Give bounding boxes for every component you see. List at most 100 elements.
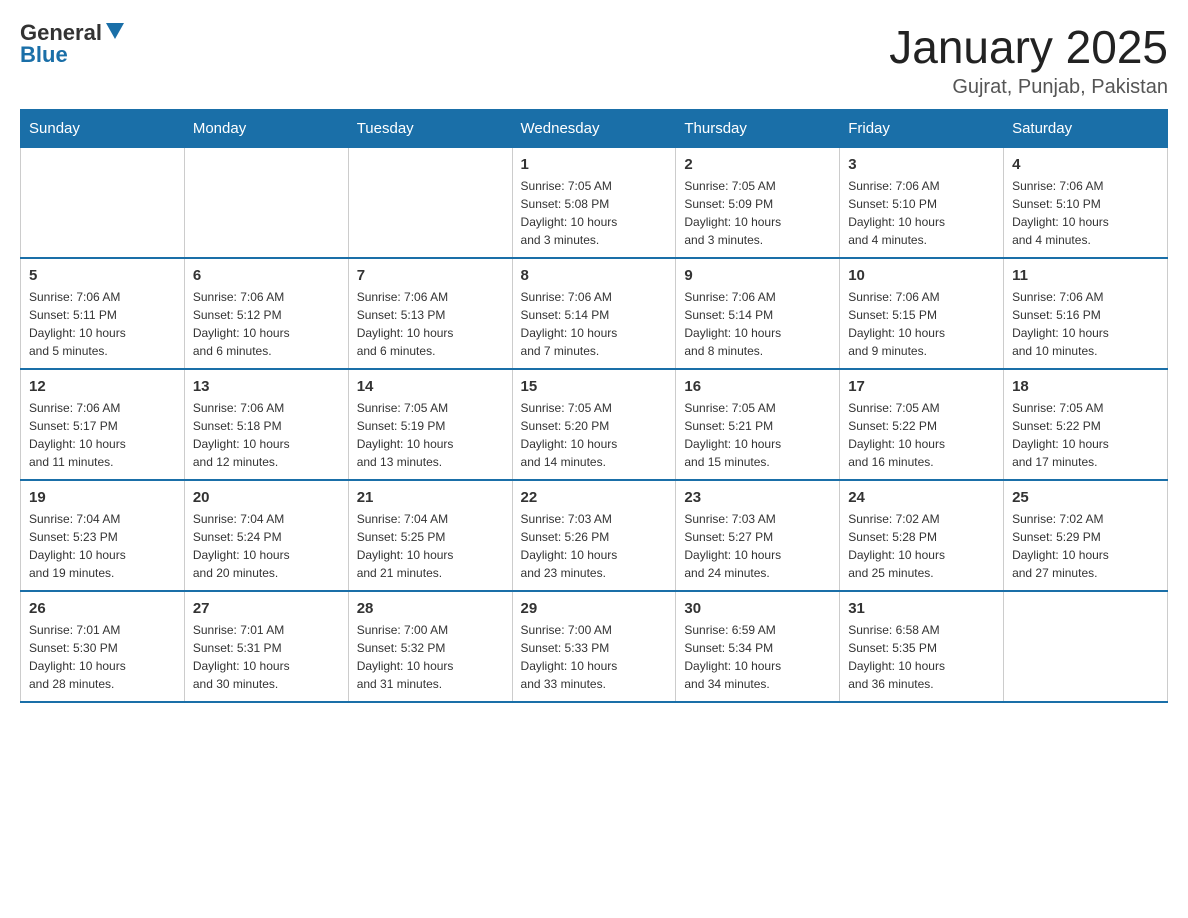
calendar-cell: 18Sunrise: 7:05 AM Sunset: 5:22 PM Dayli… <box>1004 369 1168 480</box>
day-number: 28 <box>357 600 504 617</box>
day-info: Sunrise: 7:06 AM Sunset: 5:11 PM Dayligh… <box>29 288 176 360</box>
day-info: Sunrise: 6:59 AM Sunset: 5:34 PM Dayligh… <box>684 621 831 693</box>
title-block: January 2025 Gujrat, Punjab, Pakistan <box>889 20 1168 99</box>
calendar-cell: 21 Sunrise: 7:04 AM Sunset: 5:25 PM Dayli… <box>348 480 512 591</box>
week-row-1: 1Sunrise: 7:05 AM Sunset: 5:08 PM Daylig… <box>21 148 1168 259</box>
day-info: Sunrise: 7:05 AM Sunset: 5:09 PM Dayligh… <box>684 177 831 249</box>
day-number: 9 <box>684 267 831 284</box>
calendar-cell: 22Sunrise: 7:03 AM Sunset: 5:26 PM Dayli… <box>512 480 676 591</box>
day-number: 11 <box>1012 267 1159 284</box>
calendar-cell: 11 Sunrise: 7:06 AM Sunset: 5:16 PM Dayli… <box>1004 258 1168 369</box>
day-number: 15 <box>521 378 668 395</box>
day-number: 14 <box>357 378 504 395</box>
day-number: 30 <box>684 600 831 617</box>
day-number: 16 <box>684 378 831 395</box>
day-info: Sunrise: 7:05 AM Sunset: 5:20 PM Dayligh… <box>521 399 668 471</box>
calendar-cell: 28 Sunrise: 7:00 AM Sunset: 5:32 PM Dayli… <box>348 591 512 702</box>
day-number: 27 <box>193 600 340 617</box>
calendar-cell: 19 Sunrise: 7:04 AM Sunset: 5:23 PM Dayli… <box>21 480 185 591</box>
calendar-cell: 30 Sunrise: 6:59 AM Sunset: 5:34 PM Dayli… <box>676 591 840 702</box>
day-info: Sunrise: 7:06 AM Sunset: 5:15 PM Dayligh… <box>848 288 995 360</box>
day-number: 17 <box>848 378 995 395</box>
day-number: 21 <box>357 489 504 506</box>
day-info: Sunrise: 7:06 AM Sunset: 5:10 PM Dayligh… <box>1012 177 1159 249</box>
day-info: Sunrise: 7:06 AM Sunset: 5:10 PM Dayligh… <box>848 177 995 249</box>
header-day-saturday: Saturday <box>1004 110 1168 148</box>
day-info: Sunrise: 7:06 AM Sunset: 5:18 PM Dayligh… <box>193 399 340 471</box>
header-day-wednesday: Wednesday <box>512 110 676 148</box>
calendar-cell: 23 Sunrise: 7:03 AM Sunset: 5:27 PM Dayli… <box>676 480 840 591</box>
day-number: 5 <box>29 267 176 284</box>
day-number: 13 <box>193 378 340 395</box>
week-row-3: 12 Sunrise: 7:06 AM Sunset: 5:17 PM Dayli… <box>21 369 1168 480</box>
day-info: Sunrise: 7:04 AM Sunset: 5:25 PM Dayligh… <box>357 510 504 582</box>
calendar-cell <box>1004 591 1168 702</box>
calendar-cell: 24Sunrise: 7:02 AM Sunset: 5:28 PM Dayli… <box>840 480 1004 591</box>
calendar-cell: 14 Sunrise: 7:05 AM Sunset: 5:19 PM Dayli… <box>348 369 512 480</box>
day-info: Sunrise: 7:06 AM Sunset: 5:13 PM Dayligh… <box>357 288 504 360</box>
day-number: 22 <box>521 489 668 506</box>
day-number: 26 <box>29 600 176 617</box>
day-info: Sunrise: 7:00 AM Sunset: 5:32 PM Dayligh… <box>357 621 504 693</box>
calendar-cell: 7 Sunrise: 7:06 AM Sunset: 5:13 PM Daylig… <box>348 258 512 369</box>
calendar-cell: 2 Sunrise: 7:05 AM Sunset: 5:09 PM Daylig… <box>676 148 840 259</box>
day-info: Sunrise: 7:04 AM Sunset: 5:24 PM Dayligh… <box>193 510 340 582</box>
day-info: Sunrise: 7:01 AM Sunset: 5:31 PM Dayligh… <box>193 621 340 693</box>
header-day-monday: Monday <box>184 110 348 148</box>
calendar-cell: 10Sunrise: 7:06 AM Sunset: 5:15 PM Dayli… <box>840 258 1004 369</box>
calendar-cell: 6Sunrise: 7:06 AM Sunset: 5:12 PM Daylig… <box>184 258 348 369</box>
day-number: 1 <box>521 156 668 173</box>
day-number: 31 <box>848 600 995 617</box>
day-info: Sunrise: 7:06 AM Sunset: 5:14 PM Dayligh… <box>684 288 831 360</box>
calendar-header-row: SundayMondayTuesdayWednesdayThursdayFrid… <box>21 110 1168 148</box>
calendar-cell: 29 Sunrise: 7:00 AM Sunset: 5:33 PM Dayli… <box>512 591 676 702</box>
day-info: Sunrise: 7:05 AM Sunset: 5:22 PM Dayligh… <box>1012 399 1159 471</box>
page-header: General Blue January 2025 Gujrat, Punjab… <box>20 20 1168 99</box>
day-info: Sunrise: 7:04 AM Sunset: 5:23 PM Dayligh… <box>29 510 176 582</box>
header-day-friday: Friday <box>840 110 1004 148</box>
calendar-title: January 2025 <box>889 20 1168 74</box>
calendar-subtitle: Gujrat, Punjab, Pakistan <box>889 76 1168 99</box>
calendar-cell: 25Sunrise: 7:02 AM Sunset: 5:29 PM Dayli… <box>1004 480 1168 591</box>
header-day-tuesday: Tuesday <box>348 110 512 148</box>
day-info: Sunrise: 7:05 AM Sunset: 5:19 PM Dayligh… <box>357 399 504 471</box>
logo-blue-text: Blue <box>20 42 68 68</box>
day-info: Sunrise: 7:06 AM Sunset: 5:17 PM Dayligh… <box>29 399 176 471</box>
day-number: 7 <box>357 267 504 284</box>
calendar-cell: 5 Sunrise: 7:06 AM Sunset: 5:11 PM Daylig… <box>21 258 185 369</box>
day-number: 25 <box>1012 489 1159 506</box>
day-number: 12 <box>29 378 176 395</box>
day-number: 23 <box>684 489 831 506</box>
day-info: Sunrise: 7:05 AM Sunset: 5:21 PM Dayligh… <box>684 399 831 471</box>
calendar-cell: 8 Sunrise: 7:06 AM Sunset: 5:14 PM Daylig… <box>512 258 676 369</box>
logo: General Blue <box>20 20 124 68</box>
day-info: Sunrise: 7:06 AM Sunset: 5:12 PM Dayligh… <box>193 288 340 360</box>
day-info: Sunrise: 7:06 AM Sunset: 5:16 PM Dayligh… <box>1012 288 1159 360</box>
week-row-4: 19 Sunrise: 7:04 AM Sunset: 5:23 PM Dayli… <box>21 480 1168 591</box>
day-info: Sunrise: 7:05 AM Sunset: 5:22 PM Dayligh… <box>848 399 995 471</box>
day-info: Sunrise: 7:03 AM Sunset: 5:27 PM Dayligh… <box>684 510 831 582</box>
calendar-cell <box>184 148 348 259</box>
calendar-cell: 27 Sunrise: 7:01 AM Sunset: 5:31 PM Dayli… <box>184 591 348 702</box>
calendar-cell: 9 Sunrise: 7:06 AM Sunset: 5:14 PM Daylig… <box>676 258 840 369</box>
day-number: 20 <box>193 489 340 506</box>
calendar-cell: 31 Sunrise: 6:58 AM Sunset: 5:35 PM Dayli… <box>840 591 1004 702</box>
week-row-5: 26 Sunrise: 7:01 AM Sunset: 5:30 PM Dayli… <box>21 591 1168 702</box>
day-number: 8 <box>521 267 668 284</box>
day-info: Sunrise: 6:58 AM Sunset: 5:35 PM Dayligh… <box>848 621 995 693</box>
calendar-cell: 13 Sunrise: 7:06 AM Sunset: 5:18 PM Dayli… <box>184 369 348 480</box>
calendar-cell <box>21 148 185 259</box>
day-number: 29 <box>521 600 668 617</box>
day-info: Sunrise: 7:02 AM Sunset: 5:28 PM Dayligh… <box>848 510 995 582</box>
day-info: Sunrise: 7:06 AM Sunset: 5:14 PM Dayligh… <box>521 288 668 360</box>
header-day-sunday: Sunday <box>21 110 185 148</box>
calendar-cell: 26 Sunrise: 7:01 AM Sunset: 5:30 PM Dayli… <box>21 591 185 702</box>
day-number: 2 <box>684 156 831 173</box>
calendar-table: SundayMondayTuesdayWednesdayThursdayFrid… <box>20 109 1168 703</box>
calendar-cell: 15 Sunrise: 7:05 AM Sunset: 5:20 PM Dayli… <box>512 369 676 480</box>
header-day-thursday: Thursday <box>676 110 840 148</box>
day-number: 19 <box>29 489 176 506</box>
day-info: Sunrise: 7:00 AM Sunset: 5:33 PM Dayligh… <box>521 621 668 693</box>
day-info: Sunrise: 7:01 AM Sunset: 5:30 PM Dayligh… <box>29 621 176 693</box>
calendar-cell: 3Sunrise: 7:06 AM Sunset: 5:10 PM Daylig… <box>840 148 1004 259</box>
